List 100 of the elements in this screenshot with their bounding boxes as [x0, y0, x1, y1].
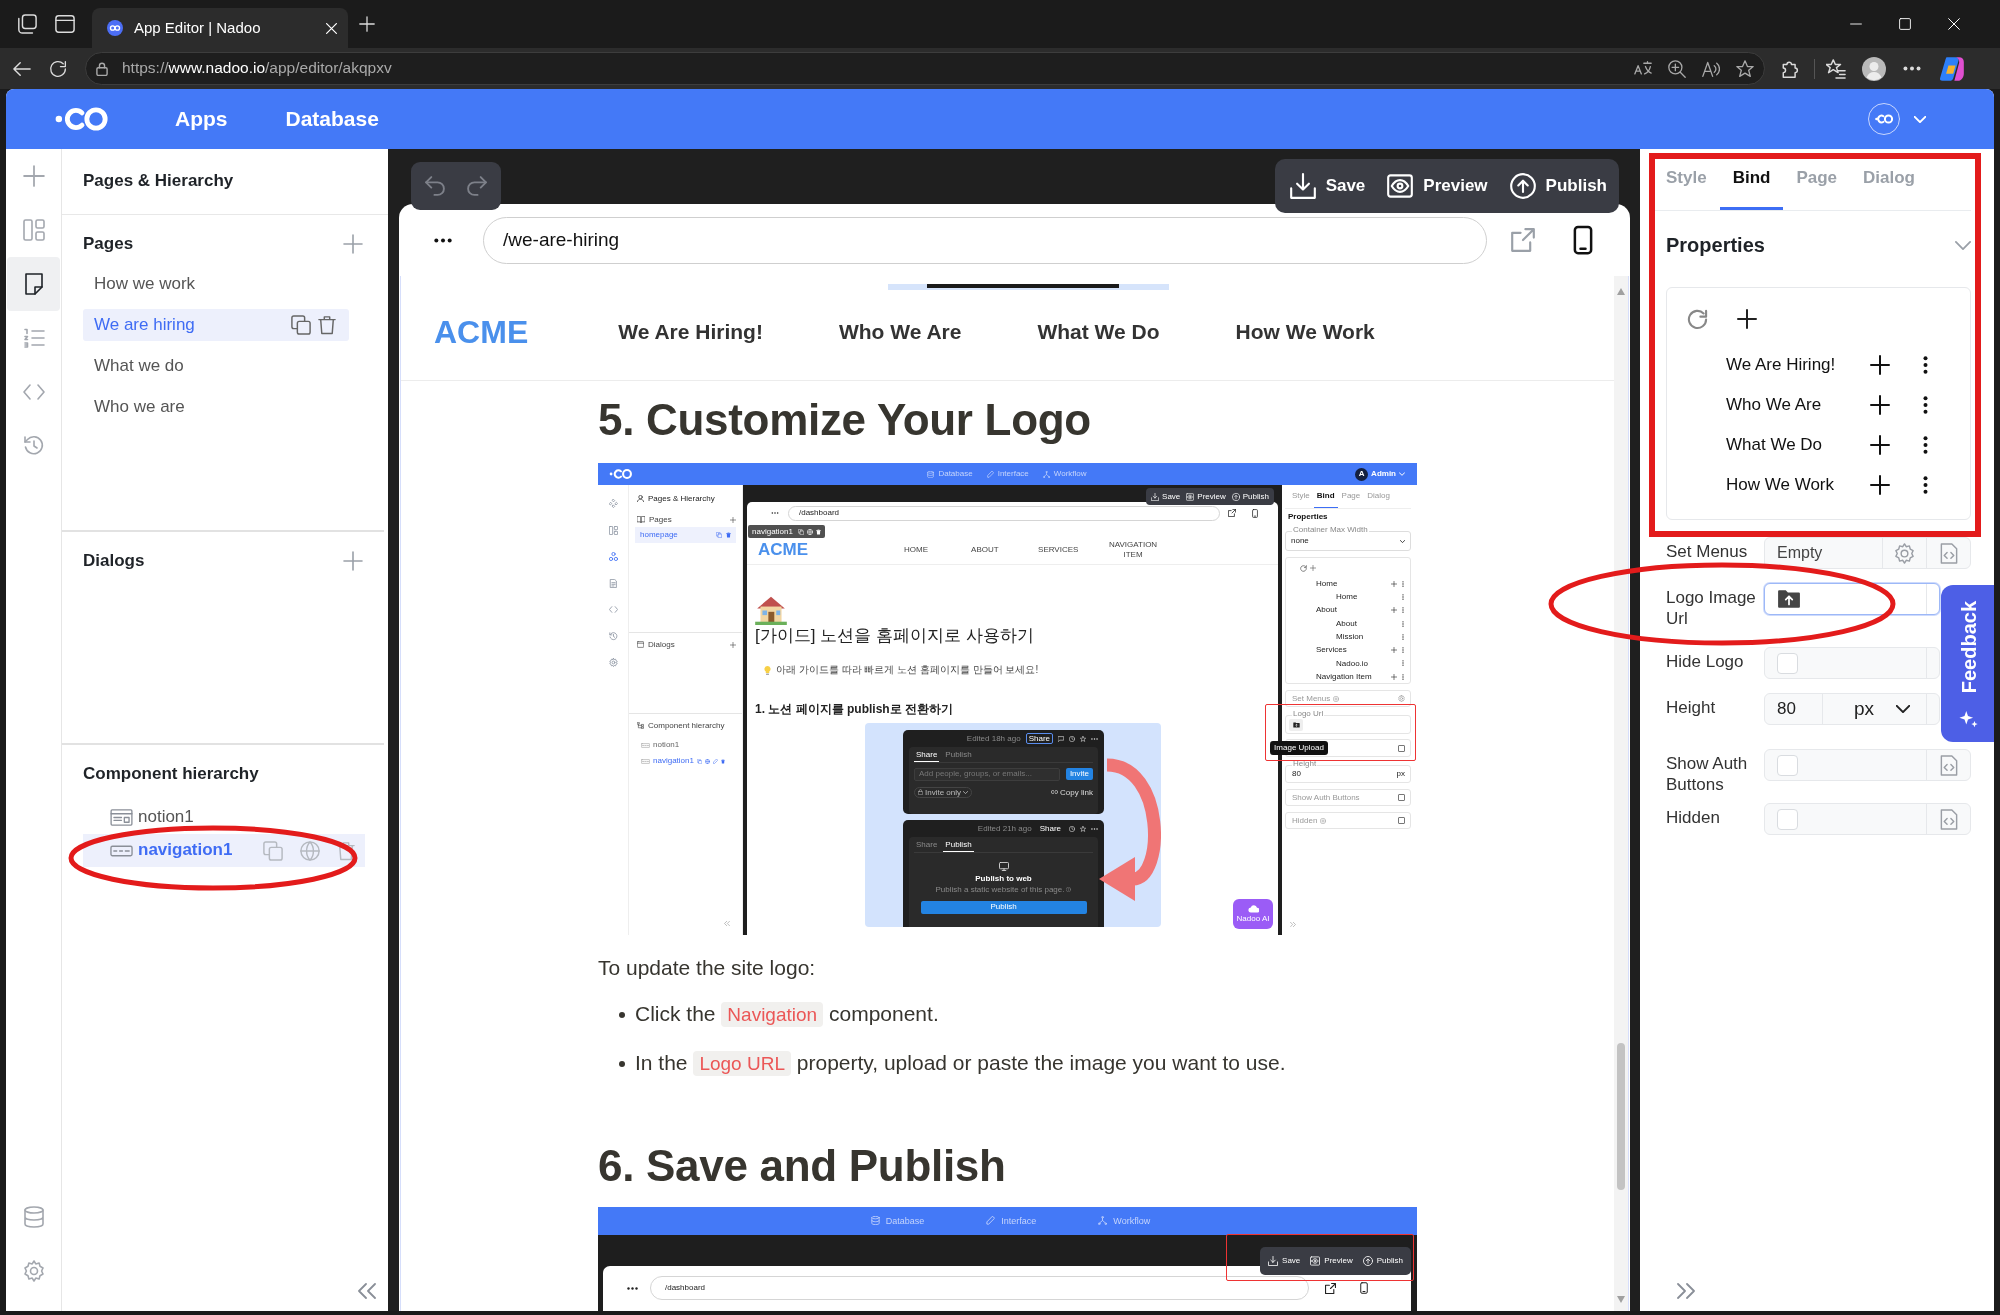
nav-link[interactable]: Apps: [175, 106, 228, 132]
upload-button[interactable]: [1289, 718, 1303, 731]
menu-item[interactable]: About: [1336, 618, 1386, 629]
history-icon[interactable]: [608, 631, 618, 641]
mobile-icon[interactable]: [1360, 1282, 1368, 1294]
publish-button[interactable]: Publish: [920, 900, 1087, 914]
add-icon[interactable]: [1870, 395, 1890, 415]
translate-icon[interactable]: [1634, 59, 1652, 78]
trash-icon[interactable]: [720, 758, 725, 764]
menu-item[interactable]: We Are Hiring!: [1726, 354, 1870, 376]
nav-link[interactable]: We Are Hiring!: [618, 319, 763, 345]
add-icon[interactable]: [1737, 309, 1757, 329]
nav-link[interactable]: Who We Are: [838, 319, 962, 345]
nav-link[interactable]: How We Work: [1235, 319, 1375, 345]
more-icon[interactable]: [627, 1286, 638, 1290]
redo-icon[interactable]: [466, 176, 487, 196]
close-icon[interactable]: [1948, 18, 1960, 30]
modal-tab[interactable]: Share: [914, 749, 940, 762]
settings-icon[interactable]: [1894, 542, 1915, 564]
save-button[interactable]: Save: [1151, 491, 1181, 502]
more-icon[interactable]: [1091, 827, 1098, 830]
page-item[interactable]: How we work: [83, 268, 349, 300]
add-icon[interactable]: [1870, 435, 1890, 455]
feedback-tab[interactable]: Feedback: [1941, 585, 1994, 742]
add-icon[interactable]: [1870, 355, 1890, 375]
page-item[interactable]: We are hiring: [83, 309, 349, 341]
page-item[interactable]: What we do: [83, 350, 349, 382]
scroll-down-icon[interactable]: [1617, 1296, 1625, 1303]
modal-tab[interactable]: Publish: [943, 749, 974, 762]
page-item[interactable]: homepage: [635, 527, 736, 543]
menu-item[interactable]: About: [1316, 605, 1386, 616]
menu-item[interactable]: Who We Are: [1726, 394, 1870, 416]
assistant-button[interactable]: Nadoo AI: [1233, 899, 1273, 929]
code-file-icon[interactable]: [1939, 808, 1958, 830]
document-list-icon[interactable]: [608, 578, 618, 588]
nav-link[interactable]: Database: [285, 106, 379, 132]
more-vertical-icon[interactable]: [1923, 395, 1928, 415]
profile-avatar-icon[interactable]: [1862, 56, 1886, 81]
modal-tab[interactable]: Share: [914, 839, 940, 852]
copy-link-button[interactable]: Copy link: [1051, 787, 1093, 798]
mobile-icon[interactable]: [1252, 508, 1258, 518]
copy-icon[interactable]: [797, 528, 804, 535]
invite-button[interactable]: Invite: [1065, 768, 1093, 781]
upload-field[interactable]: [1764, 583, 1940, 615]
nav-link[interactable]: NAVIGATION ITEM: [1105, 540, 1162, 560]
pencil-icon[interactable]: [712, 758, 718, 764]
nav-link[interactable]: ABOUT: [971, 545, 1039, 555]
address-bar[interactable]: https://www.nadoo.io/app/editor/akqpxv: [85, 52, 1765, 85]
settings-icon[interactable]: [1398, 695, 1405, 702]
nav-link[interactable]: HOME: [904, 545, 972, 555]
gradient-app-icon[interactable]: [1939, 55, 1965, 82]
unit-select[interactable]: px: [1396, 769, 1405, 779]
scroll-up-icon[interactable]: [1617, 288, 1625, 295]
number-input[interactable]: 80: [1292, 769, 1301, 779]
back-icon[interactable]: [13, 59, 31, 78]
preview-button[interactable]: Preview: [1387, 173, 1488, 199]
refresh-icon[interactable]: [1300, 564, 1307, 572]
component-item[interactable]: notion1: [83, 801, 365, 834]
menu-item[interactable]: Services: [1316, 645, 1386, 655]
more-icon[interactable]: [1091, 737, 1098, 740]
menus-field[interactable]: Empty: [1764, 537, 1971, 569]
infinity-logo-icon[interactable]: [55, 105, 109, 133]
clock-icon[interactable]: [1069, 825, 1075, 832]
copy-icon[interactable]: [696, 758, 702, 764]
component-item[interactable]: notion1: [637, 737, 736, 753]
checkbox[interactable]: [1398, 817, 1405, 824]
chevron-down-icon[interactable]: [1955, 240, 1971, 250]
publish-button[interactable]: Publish: [1362, 1256, 1403, 1266]
settings-icon[interactable]: [608, 658, 618, 667]
favorites-list-icon[interactable]: [1826, 58, 1846, 79]
scrollbar-thumb[interactable]: [1617, 1043, 1625, 1190]
trash-icon[interactable]: [337, 840, 355, 861]
menu-item[interactable]: Home: [1316, 578, 1386, 589]
save-button[interactable]: Save: [1289, 173, 1366, 199]
collapse-icon[interactable]: [358, 1283, 376, 1299]
star-icon[interactable]: [1736, 59, 1754, 78]
read-aloud-icon[interactable]: [1702, 59, 1720, 78]
copy-icon[interactable]: [291, 315, 311, 335]
preview-button[interactable]: Preview: [1310, 1256, 1353, 1266]
open-external-icon[interactable]: [1228, 509, 1236, 517]
trash-icon[interactable]: [318, 315, 336, 335]
code-file-icon[interactable]: [1939, 542, 1958, 564]
component-item[interactable]: navigation1: [83, 834, 365, 867]
more-icon[interactable]: [433, 237, 453, 243]
component-item[interactable]: navigation1: [637, 753, 736, 769]
globe-icon[interactable]: [704, 758, 710, 764]
new-tab-icon[interactable]: [359, 16, 375, 32]
menu-item[interactable]: How We Work: [1726, 474, 1870, 496]
menu-item[interactable]: Home: [1336, 592, 1386, 602]
undo-icon[interactable]: [425, 176, 446, 196]
mobile-icon[interactable]: [1573, 225, 1593, 255]
logo-avatar-icon[interactable]: [1868, 103, 1900, 135]
menu-item[interactable]: What We Do: [1726, 434, 1870, 456]
panel-tab[interactable]: Bind: [1719, 149, 1784, 210]
maximize-icon[interactable]: [1899, 18, 1911, 30]
preview-button[interactable]: Preview: [1186, 491, 1226, 502]
clock-icon[interactable]: [1069, 735, 1075, 742]
modal-tab[interactable]: Publish: [943, 839, 974, 852]
code-file-icon[interactable]: [1939, 754, 1958, 776]
reload-icon[interactable]: [49, 59, 67, 78]
